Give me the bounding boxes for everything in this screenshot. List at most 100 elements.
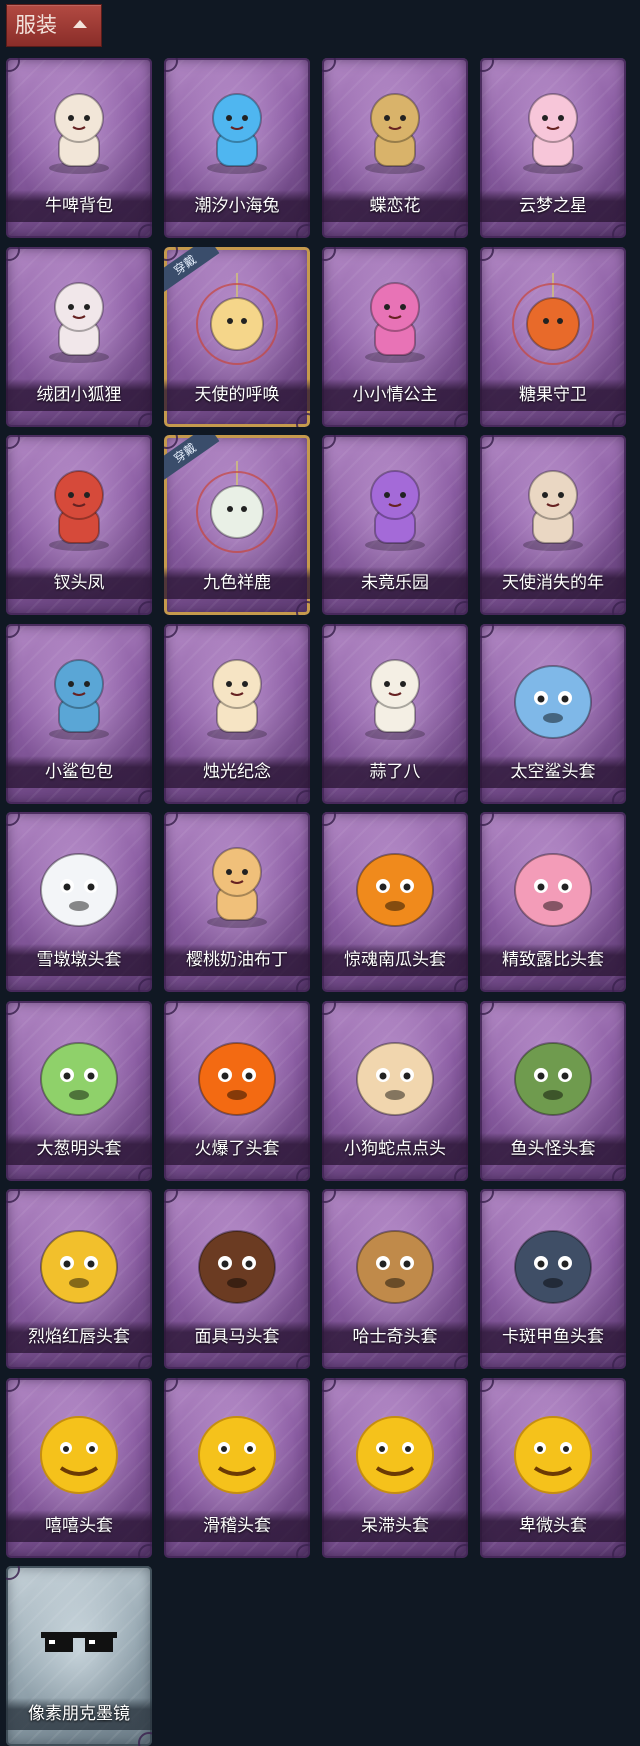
catfish-head-icon: [503, 1211, 603, 1311]
item-name: 樱桃奶油布丁: [164, 944, 310, 976]
angel-charm-icon: [187, 269, 287, 369]
item-name: 惊魂南瓜头套: [322, 944, 468, 976]
item-card[interactable]: 天使消失的年: [480, 435, 626, 615]
item-card[interactable]: 小鲨包包: [6, 624, 152, 804]
item-name: 天使消失的年: [480, 567, 626, 599]
item-name: 精致露比头套: [480, 944, 626, 976]
unicorn-cloud-star-icon: [503, 80, 603, 180]
husky-head-icon: [345, 1211, 445, 1311]
item-card[interactable]: 蒜了八: [322, 624, 468, 804]
item-card[interactable]: 太空鲨头套: [480, 624, 626, 804]
item-card[interactable]: 面具马头套: [164, 1189, 310, 1369]
item-name: 烛光纪念: [164, 756, 310, 788]
butterfly-flower-wreath-icon: [345, 80, 445, 180]
candle-icon: [187, 646, 287, 746]
item-card[interactable]: 樱桃奶油布丁: [164, 812, 310, 992]
item-name: 滑稽头套: [164, 1510, 310, 1542]
cow-barrel-backpack-icon: [29, 80, 129, 180]
item-card[interactable]: 牛啤背包: [6, 58, 152, 238]
green-onion-head-icon: [29, 1023, 129, 1123]
item-name: 蒜了八: [322, 756, 468, 788]
item-name: 小小情公主: [322, 379, 468, 411]
item-name: 蝶恋花: [322, 190, 468, 222]
puppy-snake-head-icon: [345, 1023, 445, 1123]
item-card[interactable]: 滑稽头套: [164, 1378, 310, 1558]
horse-head-icon: [187, 1211, 287, 1311]
item-name: 糖果守卫: [480, 379, 626, 411]
item-name: 哈士奇头套: [322, 1321, 468, 1353]
pumpkin-head-icon: [345, 834, 445, 934]
item-card[interactable]: 哈士奇头套: [322, 1189, 468, 1369]
item-card[interactable]: 云梦之星: [480, 58, 626, 238]
item-card[interactable]: 糖果守卫: [480, 247, 626, 427]
item-name: 卑微头套: [480, 1510, 626, 1542]
item-name: 鱼头怪头套: [480, 1133, 626, 1165]
snowman-head-icon: [29, 834, 129, 934]
item-card[interactable]: 鱼头怪头套: [480, 1001, 626, 1181]
item-card[interactable]: 雪墩墩头套: [6, 812, 152, 992]
item-card[interactable]: 嘻嘻头套: [6, 1378, 152, 1558]
item-name: 云梦之星: [480, 190, 626, 222]
item-card[interactable]: 潮汐小海兔: [164, 58, 310, 238]
pudding-icon: [187, 834, 287, 934]
item-card[interactable]: 精致露比头套: [480, 812, 626, 992]
item-card[interactable]: 卑微头套: [480, 1378, 626, 1558]
pink-beaver-head-icon: [503, 834, 603, 934]
funny-emoji-head-icon: [187, 1400, 287, 1500]
item-card[interactable]: 像素朋克墨镜: [6, 1566, 152, 1746]
item-card[interactable]: 烈焰红唇头套: [6, 1189, 152, 1369]
pumpkin-guard-charm-icon: [503, 269, 603, 369]
item-card[interactable]: 火爆了头套: [164, 1001, 310, 1181]
item-card[interactable]: 绒团小狐狸: [6, 247, 152, 427]
yellow-mouse-head-icon: [29, 1211, 129, 1311]
item-name: 九色祥鹿: [164, 567, 310, 599]
item-card[interactable]: 穿戴 九色祥鹿: [164, 435, 310, 615]
item-name: 像素朋克墨镜: [6, 1698, 152, 1730]
space-shark-head-icon: [503, 646, 603, 746]
fluffy-fox-icon: [29, 269, 129, 369]
nine-color-deer-charm-icon: [187, 457, 287, 557]
item-name: 大葱明头套: [6, 1133, 152, 1165]
item-name: 绒团小狐狸: [6, 379, 152, 411]
item-name: 烈焰红唇头套: [6, 1321, 152, 1353]
item-name: 嘻嘻头套: [6, 1510, 152, 1542]
fish-head-icon: [503, 1023, 603, 1123]
garlic-icon: [345, 646, 445, 746]
item-card[interactable]: 呆滞头套: [322, 1378, 468, 1558]
halo-girl-icon: [503, 457, 603, 557]
pixel-sunglasses-icon: [29, 1588, 129, 1688]
item-name: 卡斑甲鱼头套: [480, 1321, 626, 1353]
item-card[interactable]: 蝶恋花: [322, 58, 468, 238]
item-card[interactable]: 烛光纪念: [164, 624, 310, 804]
item-name: 天使的呼唤: [164, 379, 310, 411]
stare-emoji-head-icon: [345, 1400, 445, 1500]
item-name: 雪墩墩头套: [6, 944, 152, 976]
item-name: 小鲨包包: [6, 756, 152, 788]
fire-head-icon: [187, 1023, 287, 1123]
purple-hair-girl-icon: [345, 457, 445, 557]
item-card[interactable]: 小小情公主: [322, 247, 468, 427]
blue-sea-bunny-icon: [187, 80, 287, 180]
item-name: 小狗蛇点点头: [322, 1133, 468, 1165]
item-card[interactable]: 钗头凤: [6, 435, 152, 615]
item-name: 牛啤背包: [6, 190, 152, 222]
grin-emoji-head-icon: [29, 1400, 129, 1500]
shark-bag-icon: [29, 646, 129, 746]
pink-princess-icon: [345, 269, 445, 369]
item-name: 未竟乐园: [322, 567, 468, 599]
item-name: 潮汐小海兔: [164, 190, 310, 222]
item-name: 钗头凤: [6, 567, 152, 599]
item-name: 面具马头套: [164, 1321, 310, 1353]
humble-emoji-head-icon: [503, 1400, 603, 1500]
item-card[interactable]: 未竟乐园: [322, 435, 468, 615]
item-name: 火爆了头套: [164, 1133, 310, 1165]
item-card[interactable]: 卡斑甲鱼头套: [480, 1189, 626, 1369]
item-grid: 牛啤背包 潮汐小海兔 蝶恋花 云梦之星 绒团小狐狸 穿戴 天使的呼唤 小小情公主 …: [0, 0, 640, 1746]
item-name: 太空鲨头套: [480, 756, 626, 788]
item-card[interactable]: 穿戴 天使的呼唤: [164, 247, 310, 427]
item-card[interactable]: 小狗蛇点点头: [322, 1001, 468, 1181]
item-card[interactable]: 大葱明头套: [6, 1001, 152, 1181]
item-card[interactable]: 惊魂南瓜头套: [322, 812, 468, 992]
item-name: 呆滞头套: [322, 1510, 468, 1542]
phoenix-crown-doll-icon: [29, 457, 129, 557]
